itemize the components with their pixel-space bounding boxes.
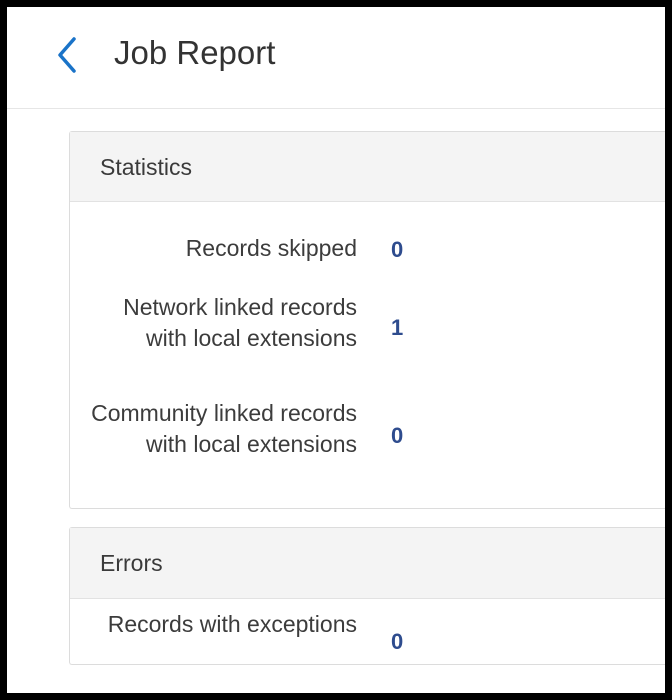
statistics-panel-header: Statistics: [70, 132, 665, 202]
stat-value: 1: [391, 315, 404, 340]
stat-value: 0: [391, 423, 404, 448]
stat-label: Network linked records with local extens…: [123, 294, 357, 351]
errors-panel-header: Errors: [70, 528, 665, 599]
stat-label: Records skipped: [185, 235, 357, 261]
stat-label: Community linked records with local exte…: [91, 400, 357, 457]
back-button[interactable]: [52, 35, 82, 75]
statistics-panel-title: Statistics: [100, 154, 193, 180]
stat-value: 0: [391, 237, 404, 262]
error-label: Records with exceptions: [107, 611, 357, 637]
chevron-left-icon: [58, 37, 76, 73]
errors-panel-title: Errors: [100, 550, 163, 576]
error-value: 0: [391, 629, 404, 654]
job-report-window: Job Report Statistics Records skipped 0 …: [0, 0, 672, 700]
statistics-panel: Statistics Records skipped 0 Network lin…: [69, 131, 665, 509]
errors-panel: Errors Records with exceptions 0: [69, 527, 665, 665]
page-title: Job Report: [114, 34, 276, 71]
page-header: Job Report: [7, 7, 665, 109]
